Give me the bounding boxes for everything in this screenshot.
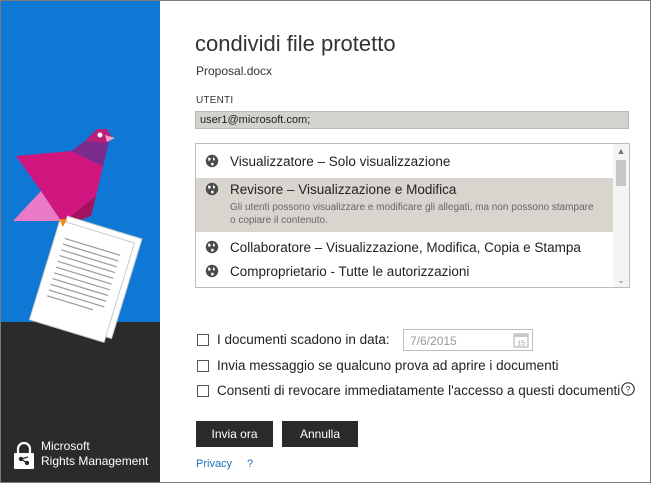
side-panel: Microsoft Rights Management <box>1 1 160 482</box>
globe-icon <box>205 182 219 196</box>
revoke-checkbox[interactable] <box>197 384 209 397</box>
share-protected-file-dialog: Microsoft Rights Management condividi fi… <box>0 0 651 483</box>
rights-management-brand: Microsoft Rights Management <box>13 439 148 471</box>
file-name: Proposal.docx <box>196 64 273 78</box>
brand-line-1: Microsoft <box>41 439 90 453</box>
notify-option[interactable]: Invia messaggio se qualcuno prova ad apr… <box>197 358 558 373</box>
permission-description: Gli utenti possono visualizzare e modifi… <box>230 202 594 226</box>
send-now-button[interactable]: Invia ora <box>196 421 273 447</box>
notify-label: Invia messaggio se qualcuno prova ad apr… <box>217 358 559 373</box>
scroll-down-arrow-icon[interactable]: ⌄ <box>613 273 629 287</box>
calendar-day: 15 <box>517 341 525 348</box>
privacy-link[interactable]: Privacy <box>196 458 232 470</box>
permission-list[interactable]: Visualizzatore – Solo visualizzazione Re… <box>195 143 630 288</box>
permission-item-collaborator[interactable]: Collaboratore – Visualizzazione, Modific… <box>196 236 614 260</box>
globe-icon <box>205 240 219 254</box>
permission-list-scrollbar[interactable]: ▲ ⌄ <box>613 144 629 287</box>
notify-checkbox[interactable] <box>197 359 209 372</box>
permission-label: Visualizzatore – Solo visualizzazione <box>230 154 451 169</box>
question-help-icon[interactable]: ? <box>621 382 635 396</box>
brand-text: Microsoft Rights Management <box>41 439 148 469</box>
permission-item-coowner[interactable]: Comproprietario - Tutte le autorizzazion… <box>196 260 614 284</box>
help-link[interactable]: ? <box>247 458 253 470</box>
expire-date-field[interactable]: 7/6/2015 15 <box>403 329 533 351</box>
scroll-thumb[interactable] <box>616 160 626 186</box>
revoke-option[interactable]: Consenti di revocare immediatamente l'ac… <box>197 383 620 398</box>
rights-management-logo-icon <box>14 441 34 469</box>
permission-item-viewer[interactable]: Visualizzatore – Solo visualizzazione <box>196 150 614 174</box>
expire-checkbox[interactable] <box>197 333 209 346</box>
bird-document-illustration <box>13 129 143 344</box>
expire-date-value: 7/6/2015 <box>410 334 457 348</box>
permission-item-reviewer[interactable]: Revisore – Visualizzazione e Modifica Gl… <box>196 178 614 232</box>
globe-icon <box>205 154 219 168</box>
permission-label: Revisore – Visualizzazione e Modifica <box>230 182 457 197</box>
cancel-button[interactable]: Annulla <box>282 421 358 447</box>
brand-line-2: Rights Management <box>41 454 149 468</box>
globe-icon <box>205 264 219 278</box>
dialog-title: condividi file protetto <box>195 31 396 56</box>
expire-option[interactable]: I documenti scadono in data: <box>197 332 390 347</box>
users-label: UTENTI <box>196 95 234 106</box>
expire-label: I documenti scadono in data: <box>217 332 390 347</box>
svg-text:?: ? <box>625 385 630 395</box>
scroll-up-arrow-icon[interactable]: ▲ <box>613 144 629 158</box>
permission-label: Comproprietario - Tutte le autorizzazion… <box>230 264 470 279</box>
revoke-label: Consenti di revocare immediatamente l'ac… <box>217 383 621 398</box>
permission-label: Collaboratore – Visualizzazione, Modific… <box>230 240 581 255</box>
calendar-icon[interactable]: 15 <box>513 332 529 348</box>
users-input[interactable] <box>195 111 629 129</box>
